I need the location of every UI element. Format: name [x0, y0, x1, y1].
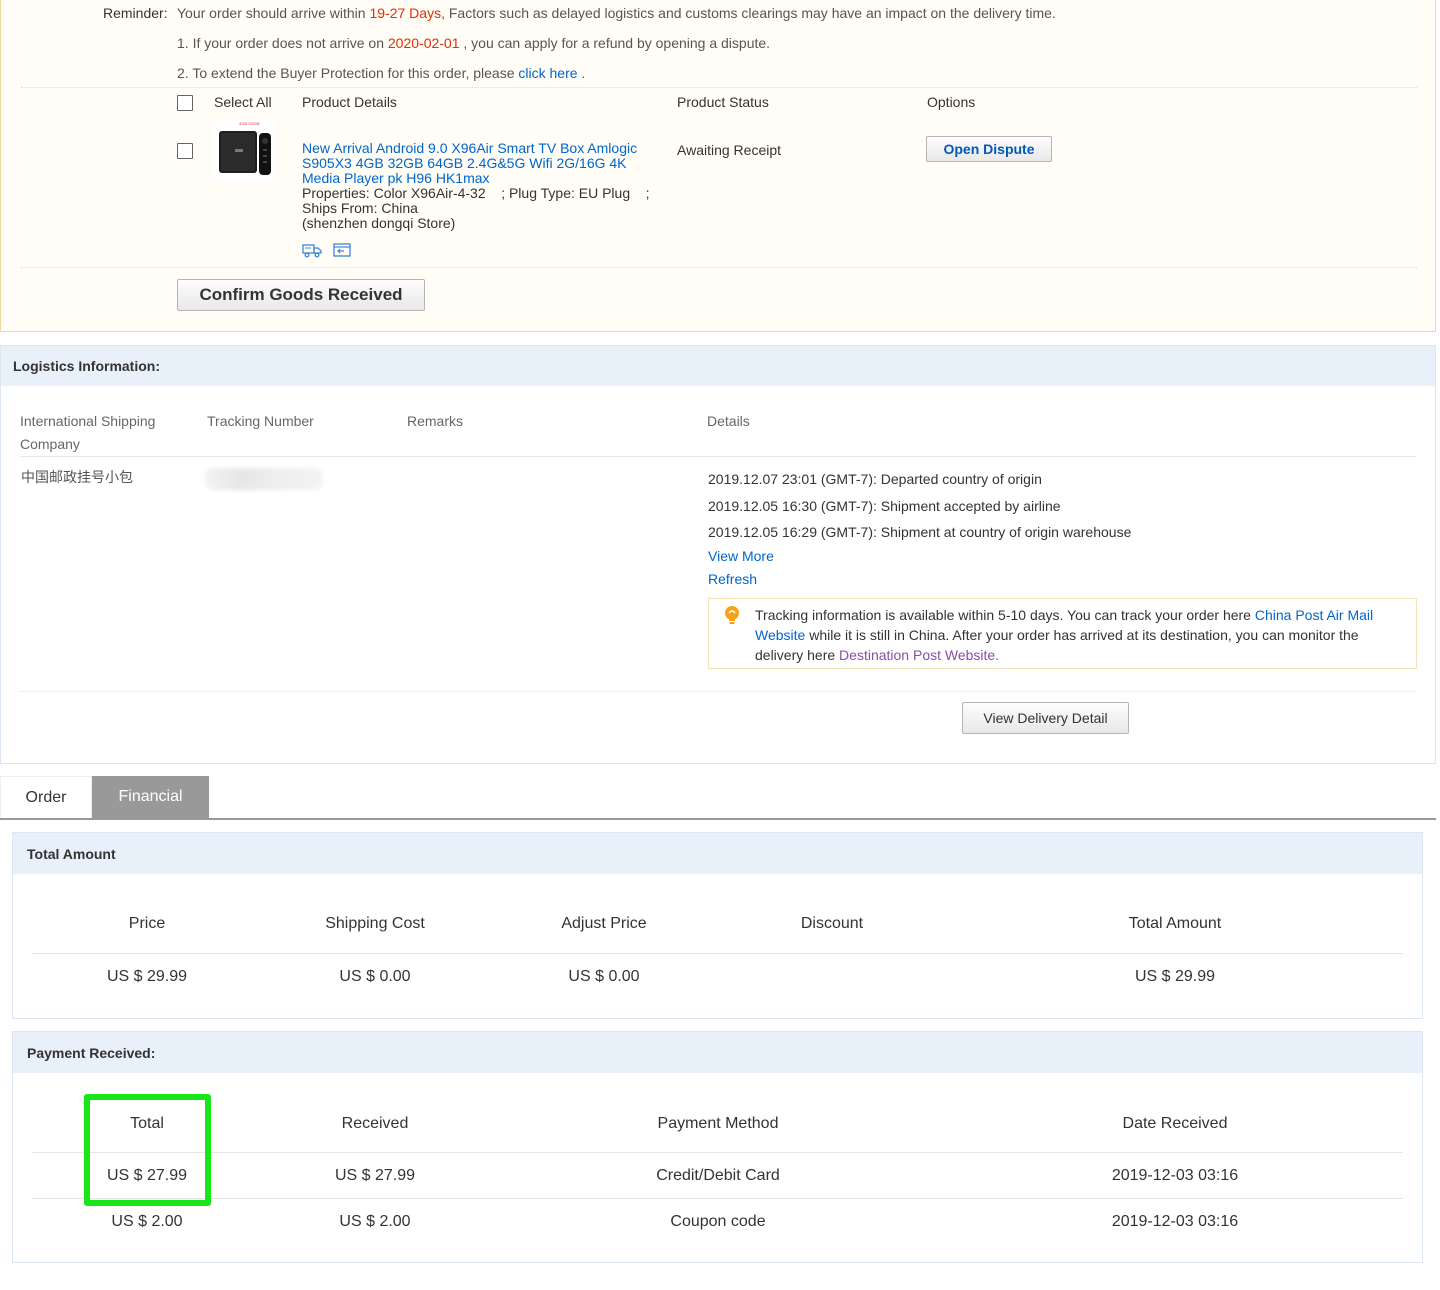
- divider: [20, 456, 1416, 457]
- divider: [32, 1198, 1403, 1199]
- header-shipping-cost: Shipping Cost: [325, 915, 425, 932]
- col-shipping-company: International Shipping Company: [20, 413, 156, 452]
- col-options: Options: [927, 94, 976, 110]
- logistics-panel: Logistics Information: International Shi…: [0, 345, 1436, 764]
- total-amount-panel: Total Amount Price Shipping Cost Adjust …: [12, 832, 1423, 1019]
- total-highlight-box: [84, 1094, 211, 1206]
- extend-protection-link[interactable]: click here: [518, 65, 577, 81]
- logistics-title: Logistics Information:: [13, 358, 160, 374]
- shipping-company-name: 中国邮政挂号小包: [21, 469, 133, 485]
- reminder-text: , Factors such as delayed logistics and …: [441, 5, 1056, 21]
- tracking-number-blurred: [205, 468, 323, 490]
- tracking-event: 2019.12.05 16:30 (GMT-7): Shipment accep…: [708, 498, 1061, 514]
- view-delivery-detail-button[interactable]: View Delivery Detail: [962, 702, 1129, 734]
- payment-method: Coupon code: [670, 1213, 766, 1230]
- header-date-received: Date Received: [1122, 1115, 1228, 1132]
- lightbulb-icon: [725, 606, 739, 624]
- reminder-text: , you can apply for a refund by opening …: [459, 35, 771, 51]
- divider: [20, 691, 1416, 692]
- tab-order[interactable]: Order: [0, 776, 92, 818]
- total-amount-header: Total Amount: [13, 833, 1422, 874]
- product-thumbnail[interactable]: 4GB+32GB: [213, 119, 275, 181]
- payment-date: 2019-12-03 03:16: [1111, 1213, 1239, 1230]
- value-price: US $ 29.99: [106, 968, 188, 985]
- value-adjust-price: US $ 0.00: [568, 968, 640, 985]
- destination-post-link[interactable]: Destination Post Website: [839, 647, 995, 663]
- ships-from: Ships From: China: [302, 200, 418, 216]
- order-reminder-box: Reminder: Your order should arrive withi…: [0, 0, 1436, 332]
- total-amount-title: Total Amount: [27, 846, 116, 862]
- product-checkbox[interactable]: [177, 143, 193, 159]
- payment-received-title: Payment Received:: [27, 1045, 156, 1061]
- payment-total: US $ 2.00: [111, 1213, 183, 1230]
- product-properties: Properties: Color X96Air-4-32 ; Plug Typ…: [302, 186, 662, 231]
- select-all-checkbox[interactable]: [177, 95, 193, 111]
- tracking-event: 2019.12.05 16:29 (GMT-7): Shipment at co…: [708, 524, 1132, 540]
- payment-received-amount: US $ 27.99: [334, 1167, 416, 1184]
- header-received: Received: [341, 1115, 409, 1132]
- header-price: Price: [128, 915, 166, 932]
- product-status: Awaiting Receipt: [677, 142, 782, 158]
- header-total-amount: Total Amount: [1128, 915, 1222, 932]
- thumb-label: 4GB+32GB: [239, 121, 260, 126]
- dispute-date: 2020-02-01: [387, 35, 460, 51]
- col-remarks: Remarks: [407, 413, 464, 429]
- divider: [32, 1152, 1403, 1153]
- reminder-line-2: 1. If your order does not arrive on 2020…: [177, 35, 770, 51]
- reminder-text: 2. To extend the Buyer Protection for th…: [177, 65, 519, 81]
- tab-financial[interactable]: Financial: [92, 776, 209, 818]
- value-total-amount: US $ 29.99: [1134, 968, 1216, 985]
- payment-received-amount: US $ 2.00: [339, 1213, 411, 1230]
- value-shipping-cost: US $ 0.00: [339, 968, 411, 985]
- col-tracking-number: Tracking Number: [207, 413, 314, 429]
- select-all-label: Select All: [214, 94, 272, 110]
- reminder-line-1: Your order should arrive within 19-27 Da…: [177, 5, 1056, 21]
- payment-method: Credit/Debit Card: [656, 1167, 780, 1184]
- payment-received-panel: Payment Received: Total Received Payment…: [12, 1031, 1423, 1263]
- col-product-details: Product Details: [302, 94, 397, 110]
- snapshot-icon[interactable]: [332, 242, 352, 258]
- header-adjust-price: Adjust Price: [561, 915, 647, 932]
- confirm-goods-received-button[interactable]: Confirm Goods Received: [177, 279, 425, 311]
- payment-date: 2019-12-03 03:16: [1111, 1167, 1239, 1184]
- divider: [21, 87, 1417, 88]
- delivery-truck-icon[interactable]: [302, 242, 322, 258]
- logistics-header: Logistics Information:: [1, 346, 1435, 386]
- col-product-status: Product Status: [677, 94, 769, 110]
- tip-text-part: .: [995, 647, 1000, 663]
- tracking-tip-text: Tracking information is available within…: [755, 605, 1405, 665]
- header-payment-method: Payment Method: [657, 1115, 779, 1132]
- refresh-link[interactable]: Refresh: [708, 571, 757, 587]
- order-tabs: Order Financial: [0, 776, 1436, 820]
- delivery-days: 19-27 Days: [369, 5, 442, 21]
- product-title-link[interactable]: New Arrival Android 9.0 X96Air Smart TV …: [302, 141, 652, 186]
- store-name: (shenzhen dongqi Store): [302, 215, 456, 231]
- open-dispute-button[interactable]: Open Dispute: [926, 136, 1052, 162]
- view-more-link[interactable]: View More: [708, 548, 774, 564]
- tip-text-part: Tracking information is available within…: [755, 607, 1255, 623]
- divider: [21, 267, 1417, 268]
- reminder-label: Reminder:: [103, 5, 168, 21]
- reminder-text: Your order should arrive within: [177, 5, 370, 21]
- product-props-line: Properties: Color X96Air-4-32 ; Plug Typ…: [302, 185, 650, 201]
- tracking-tip-box: Tracking information is available within…: [708, 598, 1417, 669]
- reminder-line-3: 2. To extend the Buyer Protection for th…: [177, 65, 585, 81]
- divider: [32, 953, 1403, 954]
- reminder-text: .: [577, 65, 586, 81]
- header-discount: Discount: [800, 915, 864, 932]
- payment-received-header: Payment Received:: [13, 1032, 1422, 1073]
- tracking-event: 2019.12.07 23:01 (GMT-7): Departed count…: [708, 471, 1042, 487]
- reminder-text: 1. If your order does not arrive on: [177, 35, 388, 51]
- col-details: Details: [707, 413, 750, 429]
